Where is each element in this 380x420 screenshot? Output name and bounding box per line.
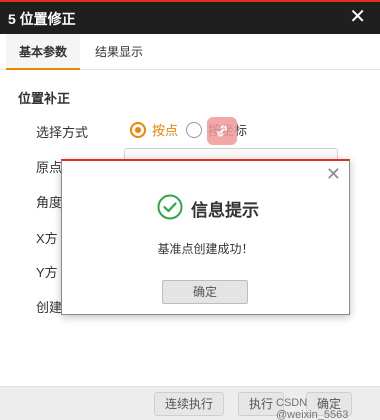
radio-checked-icon [130,121,146,138]
radio-by-point[interactable]: 按点 [130,120,178,139]
continuous-run-button[interactable]: 连续执行 [154,392,225,416]
section-title: 位置补正 [18,91,71,106]
label-origin: 原点 [36,160,63,175]
label-select-mode: 选择方式 [36,125,89,140]
dialog-title: 信息提示 [191,201,259,220]
dialog-ok-button[interactable]: 确定 [162,280,248,304]
info-dialog: ✕ 信息提示 基准点创建成功！ 确定 [61,159,350,315]
tab-bar: 基本参数 结果显示 [0,34,380,70]
close-icon[interactable]: ✕ [349,5,366,29]
label-angle: 角度 [36,195,63,210]
tab-result-display[interactable]: 结果显示 [95,34,143,70]
dialog-message: 基准点创建成功！ [157,242,254,256]
tab-basic-params[interactable]: 基本参数 [6,34,80,70]
dialog-close-icon[interactable]: ✕ [326,164,341,184]
radio-by-point-label: 按点 [152,123,179,138]
link-badge-icon [207,117,237,145]
label-create: 创建 [36,300,63,315]
label-x-direction: X方 [36,231,58,246]
watermark-text: CSDN @weixin_5563 [276,397,349,420]
success-check-icon [157,194,183,223]
radio-unchecked-icon [186,121,202,138]
title-bar: 5 位置修正 ✕ [0,0,380,34]
dialog-header: 信息提示 [157,194,259,223]
window-title: 5 位置修正 [8,11,76,27]
label-y-direction: Y方 [36,265,58,280]
